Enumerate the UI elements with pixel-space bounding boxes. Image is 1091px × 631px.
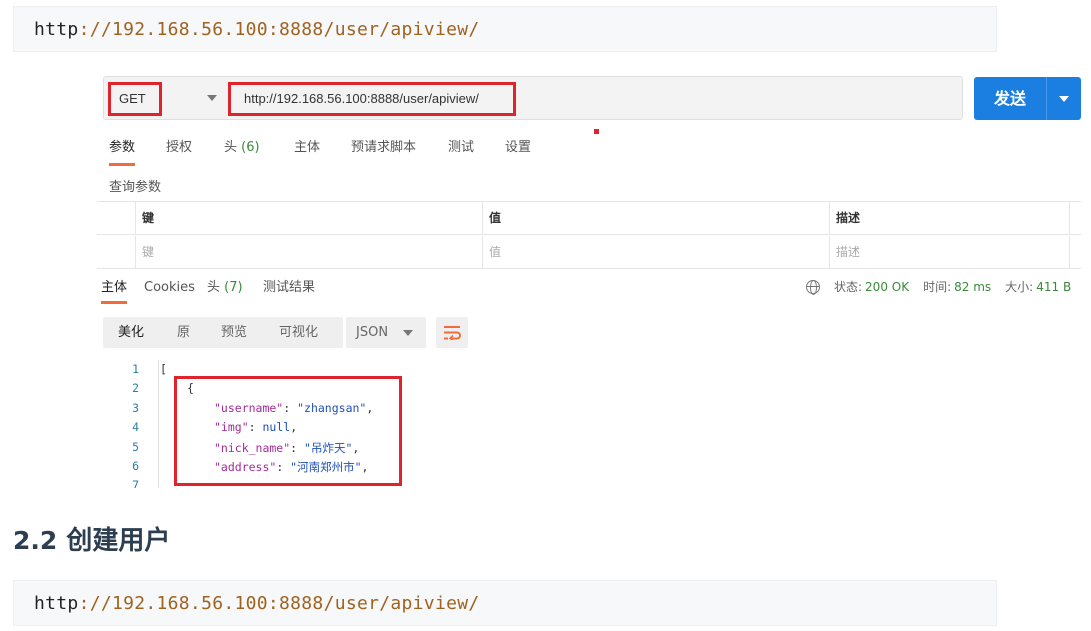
tab-label: 头 [207,280,221,295]
tab-label: Cookies [144,280,195,295]
time-value: 82 ms [954,280,992,294]
tab-cookies[interactable]: Cookies [144,276,195,304]
status-key: 状态: [834,280,863,294]
send-label[interactable]: 发送 [974,77,1046,120]
tab-count: (7) [224,280,243,295]
value-input[interactable]: 值 [482,236,829,269]
time-key: 时间: [923,280,952,294]
column-header-description: 描述 [829,202,1069,235]
response-status: 状态: 200 OK 时间: 82 ms 大小: 411 B [806,278,1085,298]
tab-tests[interactable]: 测试 [448,134,474,166]
tab-count: (6) [241,140,260,155]
table-header-row: 键 值 描述 [97,202,1081,235]
view-preview-button[interactable]: 预览 [221,317,247,348]
query-params-table: 键 值 描述 键 值 描述 [97,201,1081,269]
tab-label: 设置 [505,140,532,155]
line-number: 2 [132,381,139,395]
key-input[interactable]: 键 [135,236,482,269]
tab-params[interactable]: 参数 [109,134,136,166]
code-protocol: http [34,19,79,40]
description-input[interactable]: 描述 [829,236,1069,269]
wrap-lines-icon [444,326,461,340]
tab-label: 预请求脚本 [351,140,417,155]
request-tabs: 参数 授权 头 (6) 主体 预请求脚本 测试 设置 [97,134,597,166]
view-visualize-button[interactable]: 可视化 [279,317,318,348]
line-number: 1 [132,362,139,376]
line-number: 7 [132,478,139,488]
chevron-down-icon[interactable] [1059,96,1069,102]
tab-settings[interactable]: 设置 [505,134,531,166]
line-number: 5 [132,440,139,454]
tab-body[interactable]: 主体 [294,134,320,166]
tab-label: 主体 [294,140,321,155]
chevron-down-icon [403,330,413,336]
request-url-bar: GET http://192.168.56.100:8888/user/apiv… [103,76,963,120]
view-raw-button[interactable]: 原 [177,317,190,348]
size-key: 大小: [1005,280,1034,294]
code-line: [ [160,362,167,376]
view-pretty-button[interactable]: 美化 [118,317,144,348]
column-spacer [1069,236,1081,269]
section-heading: 2.2 创建用户 [13,521,170,561]
code-block-url-top: http://192.168.56.100:8888/user/apiview/ [13,6,997,52]
gutter-divider [158,360,159,488]
tab-headers[interactable]: 头 (6) [224,134,260,166]
line-number: 3 [132,401,139,415]
format-value: JSON [356,325,389,340]
table-row: 键 值 描述 [97,236,1081,269]
tab-label: 测试 [448,140,475,155]
method-select[interactable]: GET [108,82,162,116]
tab-label: 测试结果 [263,280,316,295]
tab-test-results[interactable]: 测试结果 [263,276,315,304]
tab-label: 主体 [101,280,128,295]
line-number: 6 [132,459,139,473]
api-client-panel: GET http://192.168.56.100:8888/user/apiv… [97,72,1091,490]
format-select[interactable]: JSON [346,317,426,348]
url-input[interactable]: http://192.168.56.100:8888/user/apiview/ [228,82,516,116]
tab-response-headers[interactable]: 头 (7) [207,276,243,304]
globe-icon[interactable] [806,280,820,295]
tab-label: 头 [224,140,238,155]
column-header-value: 值 [482,202,829,235]
chevron-down-icon[interactable] [207,95,217,101]
section-number: 2.2 [13,526,58,555]
send-button[interactable]: 发送 [974,77,1081,120]
code-block-url-bottom: http://192.168.56.100:8888/user/apiview/ [13,580,997,626]
column-header-key: 键 [135,202,482,235]
tab-response-body[interactable]: 主体 [101,276,128,304]
tab-auth[interactable]: 授权 [166,134,192,166]
response-code-viewer[interactable]: 1 2 3 4 5 6 7 [ { "username": "zhangsan"… [97,360,597,488]
view-mode-bar: 美化 原 预览 可视化 [103,317,343,348]
tab-label: 授权 [166,140,193,155]
tab-label: 参数 [109,140,136,155]
wrap-lines-button[interactable] [436,317,468,348]
column-spacer [1069,202,1081,235]
size-value: 411 B [1036,280,1072,294]
send-divider [1046,77,1047,120]
code-url-rest: ://192.168.56.100:8888/user/apiview/ [78,19,480,40]
line-number: 4 [132,420,139,434]
section-title: 创建用户 [66,526,171,556]
status-value: 200 OK [865,280,910,294]
code-url-rest: ://192.168.56.100:8888/user/apiview/ [78,593,480,614]
tab-pre-request-script[interactable]: 预请求脚本 [351,134,416,166]
code-protocol: http [34,593,79,614]
query-params-label: 查询参数 [109,180,162,195]
highlight-box [174,376,402,486]
